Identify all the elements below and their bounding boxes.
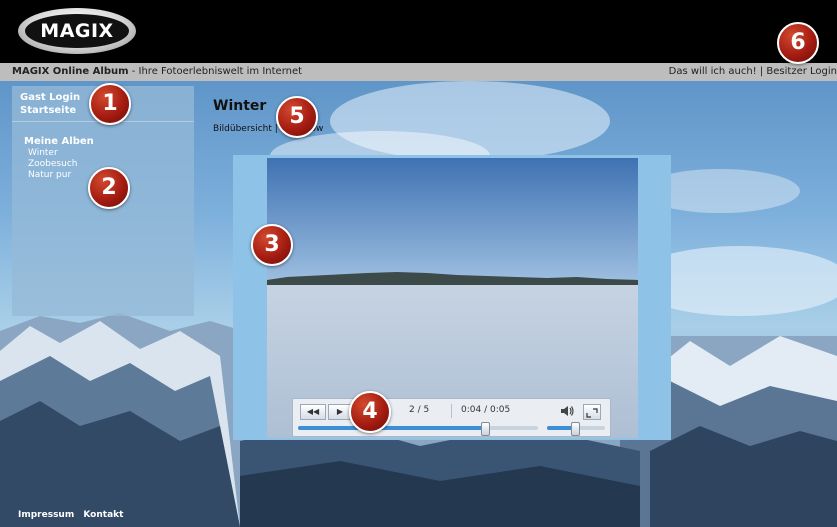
album-link-natur-pur[interactable]: Natur pur xyxy=(28,170,71,180)
link-kontakt[interactable]: Kontakt xyxy=(83,510,123,520)
header-bar: MAGIX xyxy=(0,0,837,63)
album-link-winter[interactable]: Winter xyxy=(28,148,58,158)
progress-fill xyxy=(298,426,486,430)
link-impressum[interactable]: Impressum xyxy=(18,510,74,520)
speaker-icon[interactable] xyxy=(559,403,575,419)
marker-4: 4 xyxy=(349,391,391,433)
marker-3: 3 xyxy=(251,224,293,266)
fullscreen-icon xyxy=(586,408,598,418)
marker-6: 6 xyxy=(777,22,819,64)
site-title: MAGIX Online Album - Ihre Fotoerlebniswe… xyxy=(12,63,302,81)
player-controls: ◀◀ ▶ 2 / 5 0:04 / 0:05 xyxy=(292,398,611,437)
albums-heading: Meine Alben xyxy=(24,136,94,147)
footer-links: Impressum Kontakt xyxy=(18,510,129,520)
sidebar-item-home[interactable]: Startseite xyxy=(20,105,76,116)
link-want-this[interactable]: Das will ich auch! xyxy=(669,66,757,77)
controls-divider xyxy=(451,404,452,418)
header-links: Das will ich auch! | Besitzer Login xyxy=(669,63,837,81)
volume-slider[interactable] xyxy=(547,422,605,436)
link-owner-login[interactable]: Besitzer Login xyxy=(766,66,837,77)
fullscreen-button[interactable] xyxy=(583,404,601,420)
previous-button[interactable]: ◀◀ xyxy=(300,404,326,420)
site-title-tagline: - Ihre Fotoerlebniswelt im Internet xyxy=(128,66,303,77)
page-title: Winter xyxy=(213,98,267,114)
progress-slider[interactable] xyxy=(298,422,538,436)
volume-handle[interactable] xyxy=(570,422,580,436)
logo-text: MAGIX xyxy=(40,20,114,42)
slide-counter: 2 / 5 xyxy=(409,405,430,415)
album-link-zoobesuch[interactable]: Zoobesuch xyxy=(28,159,77,169)
slideshow-photo[interactable] xyxy=(267,158,638,438)
time-readout: 0:04 / 0:05 xyxy=(461,405,511,415)
marker-5: 5 xyxy=(276,96,318,138)
sidebar-item-guest-login[interactable]: Gast Login xyxy=(20,92,80,103)
play-icon: ▶ xyxy=(336,407,344,416)
site-title-bold: MAGIX Online Album xyxy=(12,66,129,77)
progress-handle[interactable] xyxy=(481,422,491,436)
marker-2: 2 xyxy=(88,167,130,209)
winter-photo xyxy=(267,158,638,438)
marker-1: 1 xyxy=(89,83,131,125)
subheader-bar: MAGIX Online Album - Ihre Fotoerlebniswe… xyxy=(0,63,837,81)
magix-logo[interactable]: MAGIX xyxy=(18,8,136,54)
skip-back-icon: ◀◀ xyxy=(306,407,320,416)
header-link-separator: | xyxy=(756,66,767,77)
